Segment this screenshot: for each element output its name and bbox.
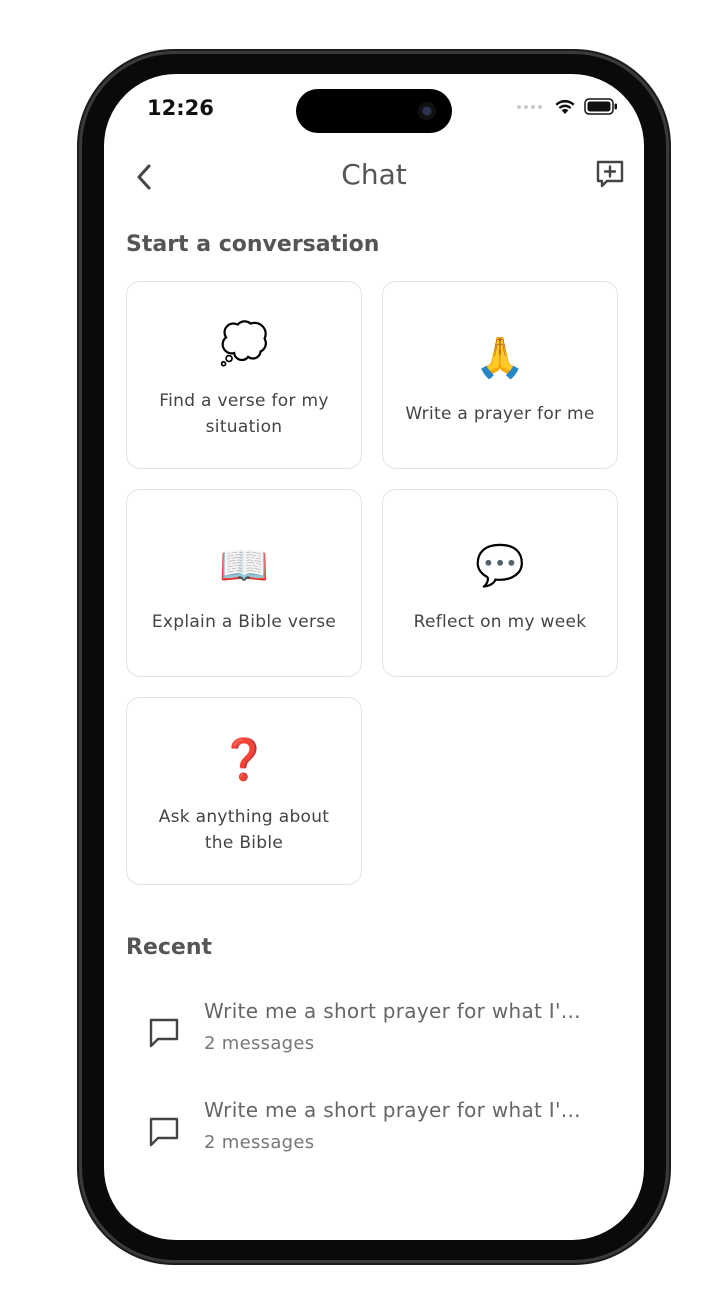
- prompt-card-ask-anything[interactable]: ❓ Ask anything about the Bible: [126, 697, 362, 885]
- speech-bubble-icon: 💬: [475, 543, 525, 589]
- prompt-card-reflect-week[interactable]: 💬 Reflect on my week: [382, 489, 618, 677]
- start-conversation-heading: Start a conversation: [126, 232, 380, 257]
- prompt-card-label: Ask anything about the Bible: [158, 807, 330, 853]
- dynamic-island: [296, 89, 452, 133]
- question-mark-icon: ❓: [219, 737, 269, 783]
- open-book-icon: 📖: [219, 543, 269, 589]
- status-bar: 12:26: [104, 74, 644, 144]
- recent-chat-item[interactable]: Write me a short prayer for what I'... 2…: [104, 999, 644, 1079]
- prompt-card-find-verse[interactable]: 💭 Find a verse for my situation: [126, 281, 362, 469]
- page-title: Chat: [341, 158, 407, 191]
- prompt-card-explain-verse[interactable]: 📖 Explain a Bible verse: [126, 489, 362, 677]
- status-icons: [517, 98, 618, 115]
- wifi-icon: [555, 99, 575, 114]
- prompt-card-write-prayer[interactable]: 🙏 Write a prayer for me: [382, 281, 618, 469]
- praying-hands-icon: 🙏: [475, 335, 525, 381]
- camera-icon: [418, 102, 436, 120]
- chat-bubble-icon: [149, 1117, 179, 1147]
- prompt-card-label: Write a prayer for me: [405, 404, 595, 424]
- nav-bar: Chat: [104, 152, 644, 200]
- recent-chat-item[interactable]: Write me a short prayer for what I'... 2…: [104, 1098, 644, 1178]
- recent-chat-title: Write me a short prayer for what I'...: [204, 1098, 581, 1122]
- battery-icon: [584, 98, 617, 115]
- status-time: 12:26: [147, 96, 214, 120]
- prompt-card-label: Find a verse for my situation: [159, 391, 329, 437]
- app-screen: 12:26 Chat Start a conversation 💭 Find a…: [104, 74, 644, 1240]
- recent-chat-title: Write me a short prayer for what I'...: [204, 999, 581, 1023]
- prompt-card-label: Explain a Bible verse: [151, 612, 337, 632]
- thought-bubble-icon: 💭: [219, 321, 269, 367]
- prompt-card-label: Reflect on my week: [413, 612, 587, 632]
- recent-heading: Recent: [126, 935, 213, 960]
- recent-chat-count: 2 messages: [204, 1033, 315, 1054]
- recent-chat-count: 2 messages: [204, 1132, 315, 1153]
- new-chat-button[interactable]: [594, 158, 626, 190]
- signal-icon: [517, 104, 542, 109]
- phone-frame: 12:26 Chat Start a conversation 💭 Find a…: [82, 54, 666, 1260]
- chat-bubble-icon: [149, 1018, 179, 1048]
